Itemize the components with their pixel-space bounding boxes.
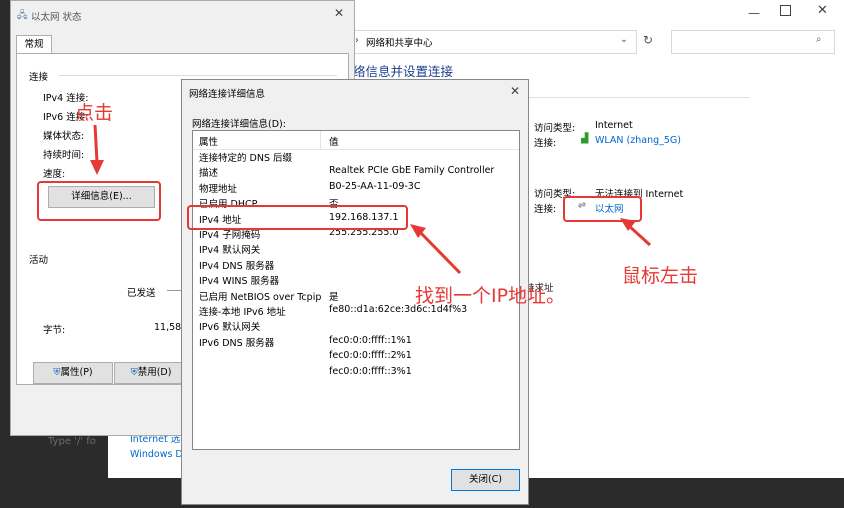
annotation-arrows <box>90 124 652 275</box>
arrow-to-ip <box>416 228 462 275</box>
arrow-to-details <box>93 124 99 163</box>
arrow-to-ethernet <box>626 223 652 247</box>
